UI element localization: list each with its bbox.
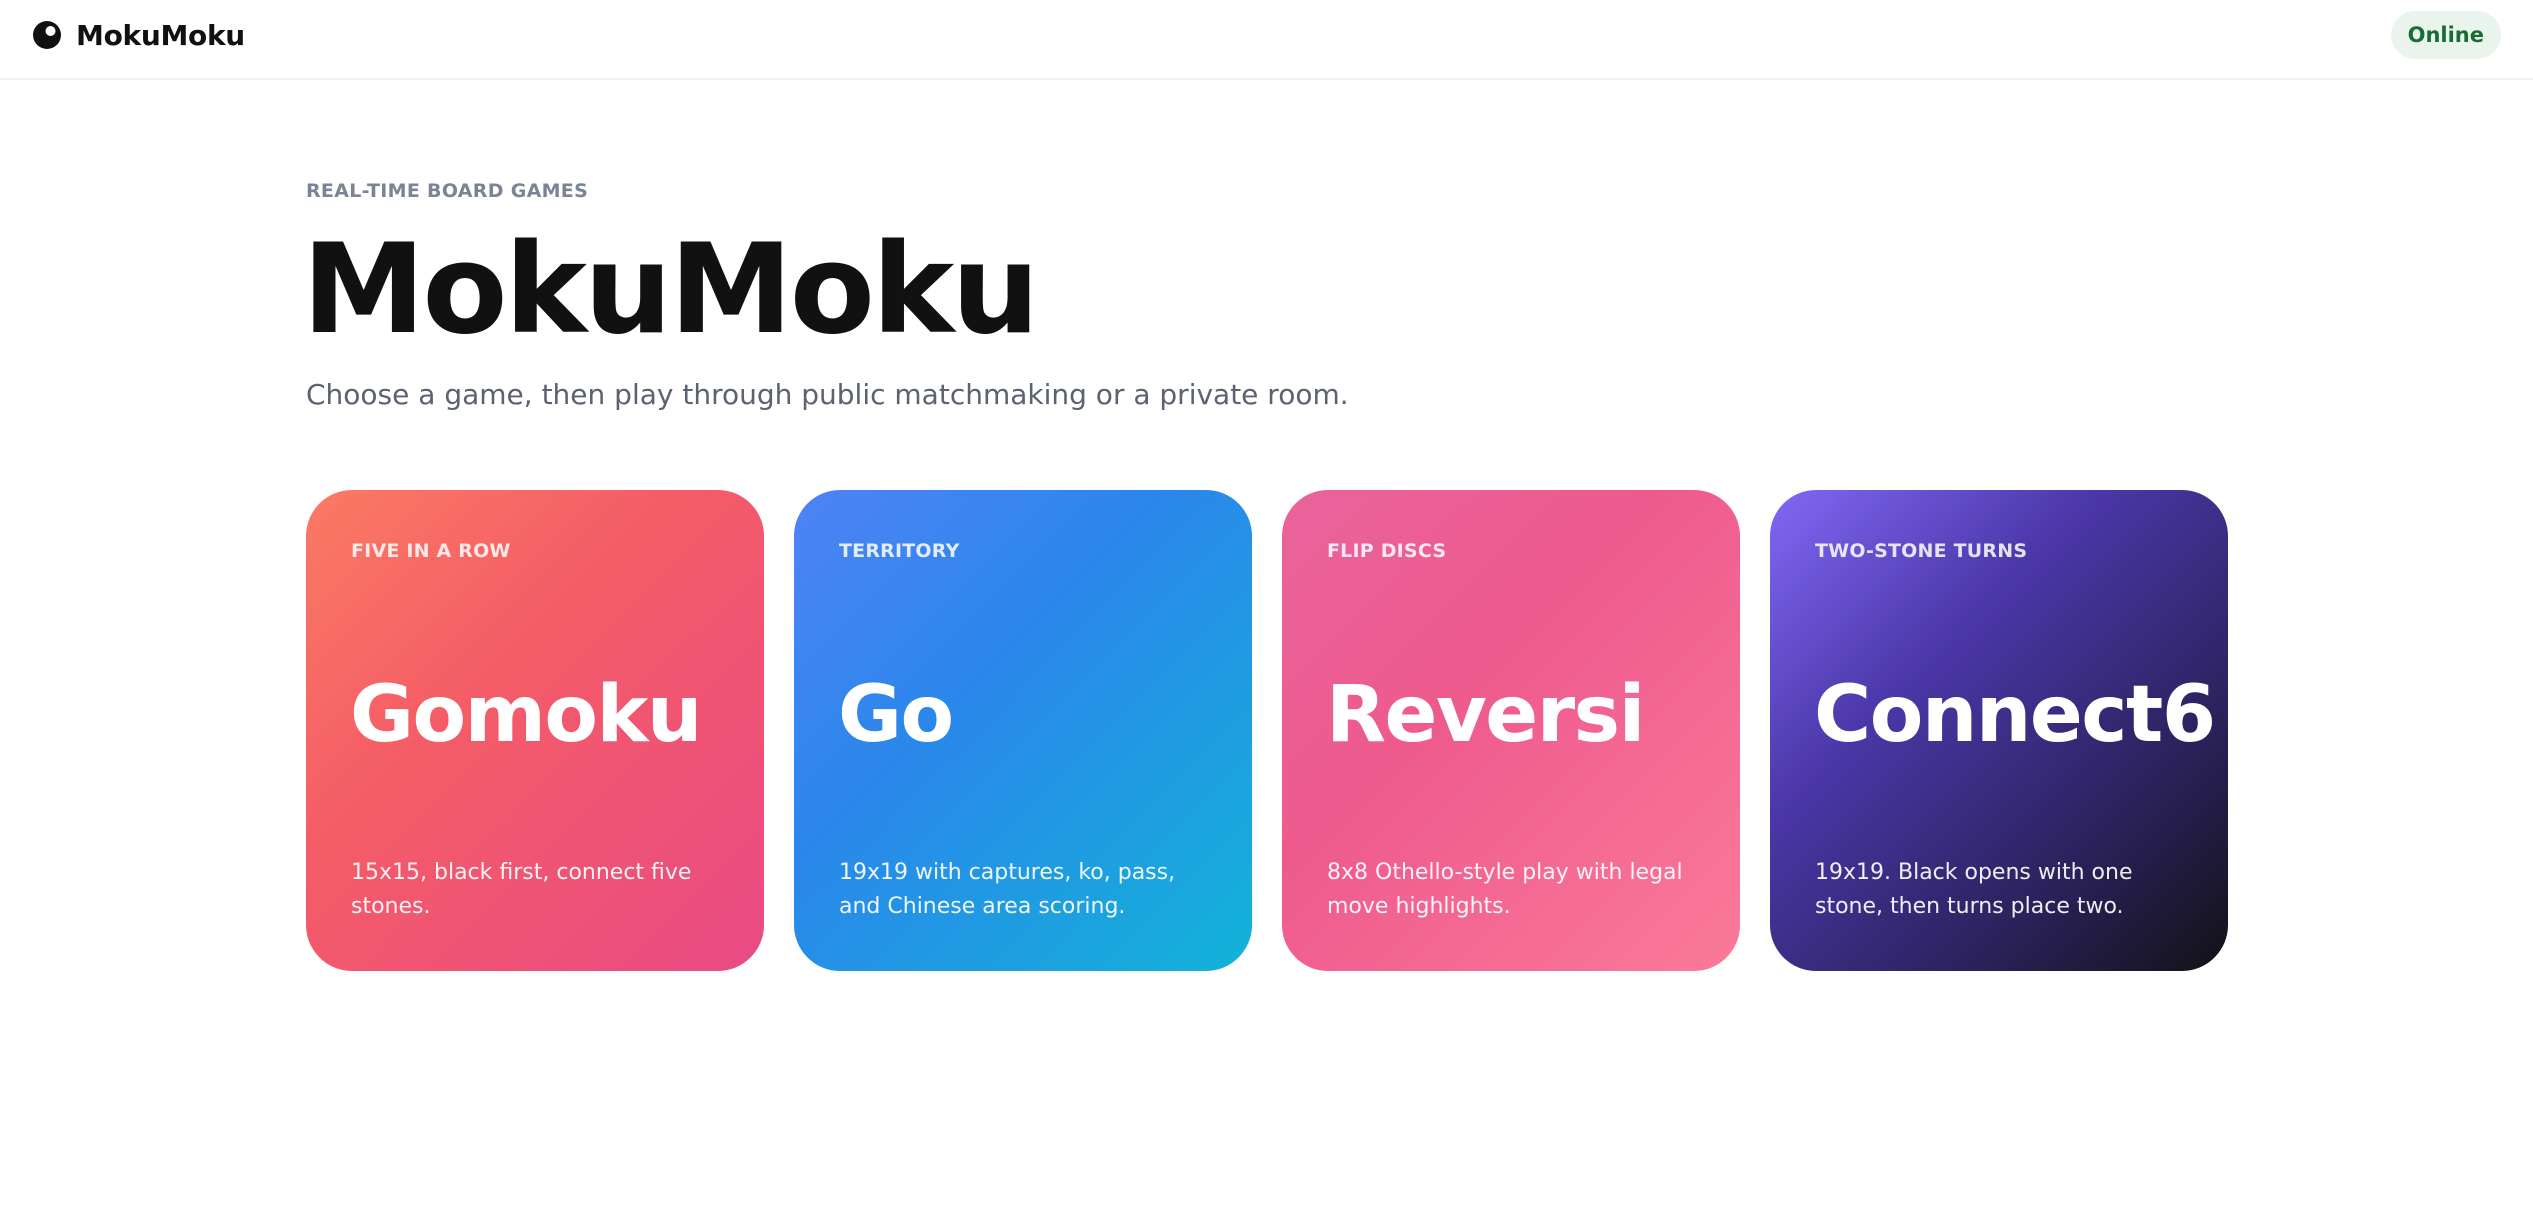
game-card-description: 19x19. Black opens with one stone, then …: [1815, 860, 2133, 919]
game-card-eyebrow: FLIP DISCS: [1327, 540, 1447, 562]
connection-status-badge: Online: [2390, 11, 2501, 59]
game-card-eyebrow: TWO-STONE TURNS: [1815, 540, 2028, 562]
brand-logo-icon: [33, 21, 61, 49]
game-card-title: Gomoku: [350, 670, 702, 760]
top-bar: MokuMoku Online: [0, 0, 2533, 80]
game-card-title: Go: [838, 670, 954, 760]
hero-eyebrow: REAL-TIME BOARD GAMES: [306, 180, 589, 202]
game-card-connect6[interactable]: TWO-STONE TURNS Connect6 19x19. Black op…: [1770, 490, 2228, 971]
game-card-title: Connect6: [1814, 670, 2216, 760]
game-card-description: 19x19 with captures, ko, pass, and Chine…: [839, 860, 1176, 919]
game-card-gomoku[interactable]: FIVE IN A ROW Gomoku 15x15, black first,…: [306, 490, 764, 971]
game-card-title: Reversi: [1326, 670, 1645, 760]
hero-subtitle: Choose a game, then play through public …: [306, 378, 1349, 411]
page-title: MokuMoku: [302, 218, 1040, 362]
game-card-reversi[interactable]: FLIP DISCS Reversi 8x8 Othello-style pla…: [1282, 490, 1740, 971]
brand-home-link[interactable]: MokuMoku: [32, 18, 245, 52]
game-card-description: 15x15, black first, connect five stones.: [351, 860, 692, 919]
game-card-eyebrow: TERRITORY: [839, 540, 960, 562]
game-card-description: 8x8 Othello-style play with legal move h…: [1327, 860, 1683, 919]
brand-name: MokuMoku: [76, 18, 245, 52]
game-card-list: FIVE IN A ROW Gomoku 15x15, black first,…: [306, 490, 2228, 971]
game-card-eyebrow: FIVE IN A ROW: [351, 540, 511, 562]
game-card-go[interactable]: TERRITORY Go 19x19 with captures, ko, pa…: [794, 490, 1252, 971]
